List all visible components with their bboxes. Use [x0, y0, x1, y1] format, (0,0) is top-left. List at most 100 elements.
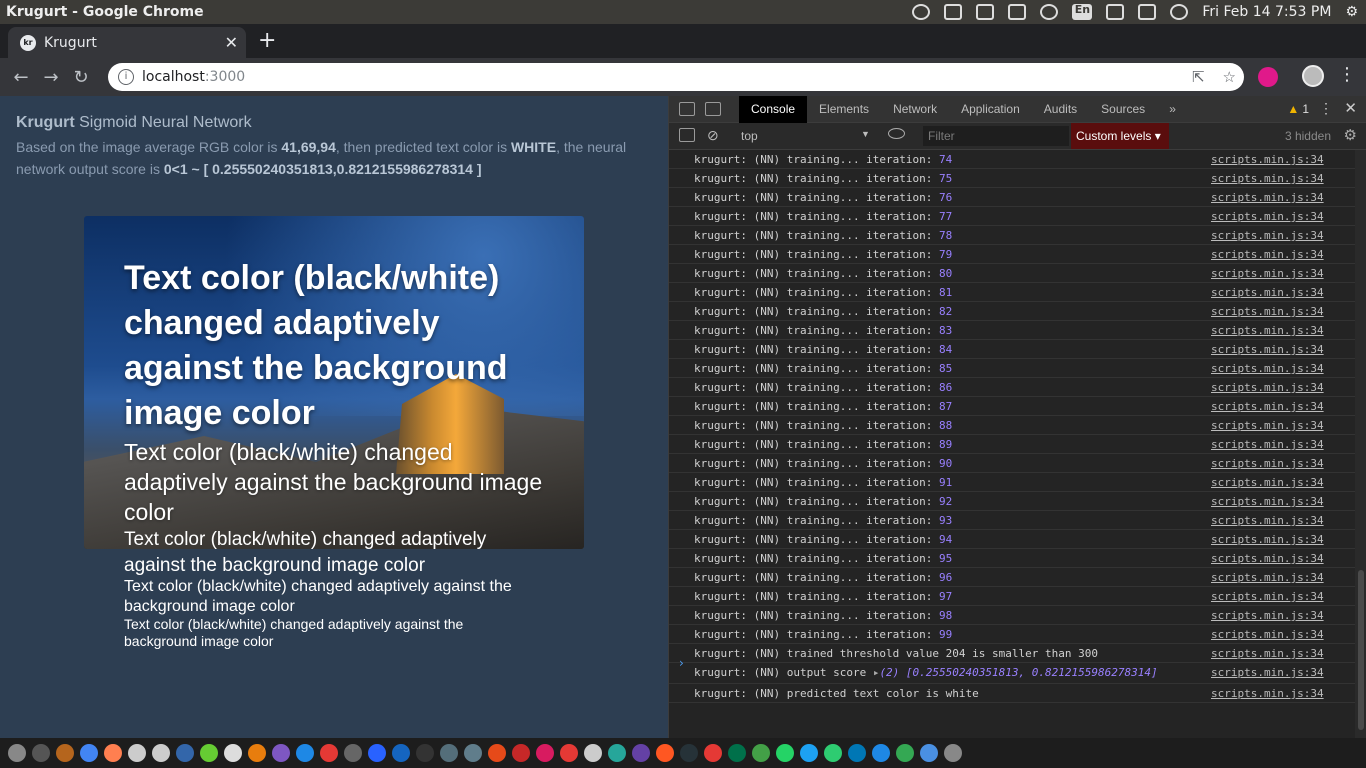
- profile-avatar[interactable]: [1302, 65, 1324, 87]
- source-link[interactable]: scripts.min.js:34: [1211, 419, 1324, 432]
- keyboard-language-icon[interactable]: En: [1072, 4, 1093, 20]
- dock-app-icon[interactable]: [920, 744, 938, 762]
- dock-app-icon[interactable]: [872, 744, 890, 762]
- new-tab-button[interactable]: +: [258, 30, 276, 52]
- dock-app-icon[interactable]: [392, 744, 410, 762]
- source-link[interactable]: scripts.min.js:34: [1211, 324, 1324, 337]
- battery-icon[interactable]: [1138, 4, 1157, 20]
- dock-app-icon[interactable]: [512, 744, 530, 762]
- reload-icon[interactable]: ↻: [66, 67, 96, 88]
- source-link[interactable]: scripts.min.js:34: [1211, 286, 1324, 299]
- mail-icon[interactable]: [1106, 4, 1125, 20]
- dock-app-icon[interactable]: [128, 744, 146, 762]
- tab-console[interactable]: Console: [739, 95, 808, 123]
- source-link[interactable]: scripts.min.js:34: [1211, 210, 1324, 223]
- context-dropdown-icon[interactable]: ▼: [861, 129, 870, 139]
- dock-app-icon[interactable]: [824, 744, 842, 762]
- dock-app-icon[interactable]: [584, 744, 602, 762]
- source-link[interactable]: scripts.min.js:34: [1211, 628, 1324, 641]
- source-link[interactable]: scripts.min.js:34: [1211, 514, 1324, 527]
- dock-app-icon[interactable]: [104, 744, 122, 762]
- source-link[interactable]: scripts.min.js:34: [1211, 343, 1324, 356]
- source-link[interactable]: scripts.min.js:34: [1211, 687, 1324, 700]
- console-settings-gear-icon[interactable]: ⚙: [1344, 126, 1357, 144]
- dock-app-icon[interactable]: [632, 744, 650, 762]
- source-link[interactable]: scripts.min.js:34: [1211, 533, 1324, 546]
- tab-sources[interactable]: Sources: [1089, 96, 1157, 123]
- source-link[interactable]: scripts.min.js:34: [1211, 476, 1324, 489]
- more-tabs-icon[interactable]: »: [1157, 96, 1188, 123]
- open-external-icon[interactable]: ⇱: [1192, 68, 1205, 86]
- dock-app-icon[interactable]: [296, 744, 314, 762]
- wifi-icon[interactable]: [1040, 4, 1059, 20]
- source-link[interactable]: scripts.min.js:34: [1211, 647, 1324, 660]
- site-info-icon[interactable]: i: [118, 69, 134, 85]
- source-link[interactable]: scripts.min.js:34: [1211, 400, 1324, 413]
- console-message[interactable]: krugurt: (NN) output score ▸(2) [0.25550…: [694, 666, 1158, 679]
- source-link[interactable]: scripts.min.js:34: [1211, 267, 1324, 280]
- browser-tab[interactable]: kr Krugurt ✕: [8, 27, 246, 58]
- bulb-icon[interactable]: [912, 4, 931, 20]
- dock-app-icon[interactable]: [56, 744, 74, 762]
- source-link[interactable]: scripts.min.js:34: [1211, 495, 1324, 508]
- dock-app-icon[interactable]: [896, 744, 914, 762]
- source-link[interactable]: scripts.min.js:34: [1211, 438, 1324, 451]
- dock-app-icon[interactable]: [176, 744, 194, 762]
- extension-icon[interactable]: [1258, 67, 1278, 87]
- dock-app-icon[interactable]: [248, 744, 266, 762]
- inspect-element-icon[interactable]: [679, 102, 695, 116]
- back-arrow-icon[interactable]: ←: [6, 67, 36, 88]
- warning-count[interactable]: ▲ 1: [1287, 102, 1309, 116]
- source-link[interactable]: scripts.min.js:34: [1211, 552, 1324, 565]
- dock-app-icon[interactable]: [536, 744, 554, 762]
- clock[interactable]: Fri Feb 14 7:53 PM: [1202, 4, 1331, 20]
- dock-app-icon[interactable]: [608, 744, 626, 762]
- source-link[interactable]: scripts.min.js:34: [1211, 590, 1324, 603]
- dock-app-icon[interactable]: [152, 744, 170, 762]
- clear-console-icon[interactable]: ⊘: [707, 127, 719, 144]
- console-filter-input[interactable]: Filter: [923, 126, 1069, 146]
- source-link[interactable]: scripts.min.js:34: [1211, 362, 1324, 375]
- source-link[interactable]: scripts.min.js:34: [1211, 229, 1324, 242]
- tab-elements[interactable]: Elements: [807, 96, 881, 123]
- dock-app-icon[interactable]: [80, 744, 98, 762]
- source-link[interactable]: scripts.min.js:34: [1211, 191, 1324, 204]
- source-link[interactable]: scripts.min.js:34: [1211, 153, 1324, 166]
- dock-app-icon[interactable]: [560, 744, 578, 762]
- forward-arrow-icon[interactable]: →: [36, 67, 66, 88]
- source-link[interactable]: scripts.min.js:34: [1211, 609, 1324, 622]
- dock-app-icon[interactable]: [680, 744, 698, 762]
- tab-application[interactable]: Application: [949, 96, 1032, 123]
- dock-app-icon[interactable]: [224, 744, 242, 762]
- tab-audits[interactable]: Audits: [1032, 96, 1089, 123]
- source-link[interactable]: scripts.min.js:34: [1211, 248, 1324, 261]
- source-link[interactable]: scripts.min.js:34: [1211, 381, 1324, 394]
- console-prompt[interactable]: ›: [679, 656, 684, 670]
- dock-app-icon[interactable]: [368, 744, 386, 762]
- live-expression-eye-icon[interactable]: [888, 128, 905, 139]
- sidebar-toggle-icon[interactable]: [679, 128, 695, 142]
- dock-app-icon[interactable]: [464, 744, 482, 762]
- dock-app-icon[interactable]: [440, 744, 458, 762]
- log-levels-dropdown[interactable]: Custom levels ▾: [1071, 123, 1169, 149]
- dock-app-icon[interactable]: [344, 744, 362, 762]
- dock-app-icon[interactable]: [656, 744, 674, 762]
- context-select[interactable]: top: [741, 129, 758, 143]
- settings-gear-icon[interactable]: ⚙: [1345, 4, 1358, 20]
- bookmark-star-icon[interactable]: ☆: [1223, 68, 1236, 86]
- dock-app-icon[interactable]: [848, 744, 866, 762]
- dock-app-icon[interactable]: [752, 744, 770, 762]
- dock-app-icon[interactable]: [704, 744, 722, 762]
- list-icon[interactable]: [976, 4, 995, 20]
- devtools-close-icon[interactable]: ✕: [1344, 99, 1357, 117]
- dock-app-icon[interactable]: [800, 744, 818, 762]
- dock-app-icon[interactable]: [728, 744, 746, 762]
- dock-app-icon[interactable]: [776, 744, 794, 762]
- device-toolbar-icon[interactable]: [705, 102, 721, 116]
- source-link[interactable]: scripts.min.js:34: [1211, 172, 1324, 185]
- devtools-menu-icon[interactable]: ⋮: [1319, 100, 1333, 117]
- tab-network[interactable]: Network: [881, 96, 949, 123]
- source-link[interactable]: scripts.min.js:34: [1211, 666, 1324, 679]
- address-bar[interactable]: i localhost:3000 ⇱ ☆: [108, 63, 1244, 91]
- close-tab-icon[interactable]: ✕: [225, 33, 238, 52]
